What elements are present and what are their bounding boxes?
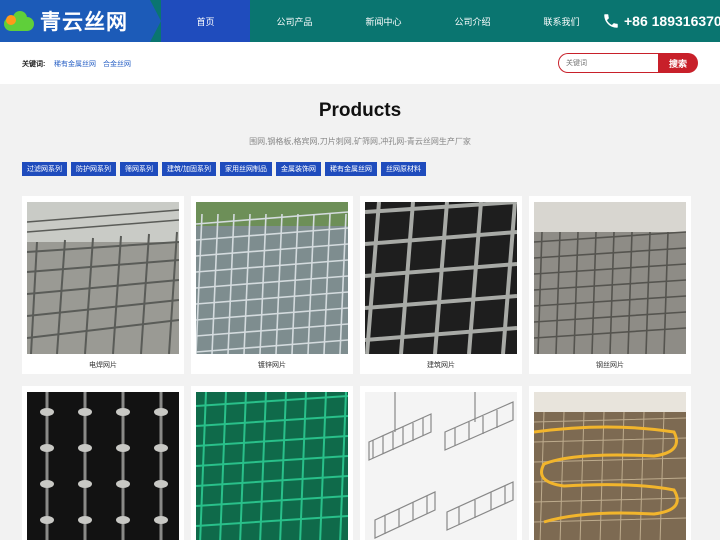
product-card[interactable]: 电焊网片 [22,196,184,374]
floor-heating-mesh-image[interactable] [534,392,686,540]
site-header: 青云丝网 首页 公司产品 新闻中心 公司介绍 联系我们 +86 18931637… [0,0,720,42]
keyword-link-alloy[interactable]: 合金丝网 [103,59,131,69]
keyword-link-rare-metal[interactable]: 稀有金属丝网 [54,59,96,69]
phone-number: +86 18931637090 [624,13,720,29]
page-title: Products [318,100,402,121]
keywords-label: 关键词: [22,61,46,68]
steel-mesh-image[interactable] [534,202,686,354]
search-box: 搜索 [558,53,698,73]
construction-mesh-image[interactable] [365,202,517,354]
category-tags: 过滤网系列 防护网系列 筛网系列 建筑/加固系列 家用丝网制品 金属装饰网 稀有… [22,162,426,176]
nav-item-about[interactable]: 公司介绍 [428,0,517,42]
nav-item-products[interactable]: 公司产品 [250,0,339,42]
product-name[interactable]: 建筑网片 [360,360,522,370]
galvanized-mesh-image[interactable] [196,202,348,354]
category-rare-metal[interactable]: 稀有金属丝网 [324,162,377,176]
category-filter[interactable]: 过滤网系列 [22,162,67,176]
cloud-logo-icon [4,9,34,33]
nav-item-contact[interactable]: 联系我们 [517,0,606,42]
main-nav: 首页 公司产品 新闻中心 公司介绍 联系我们 [161,0,606,42]
keyword-bar: 关键词: 稀有金属丝网 合金丝网 搜索 [0,42,720,84]
green-pvc-mesh-image[interactable] [196,392,348,540]
category-screen[interactable]: 筛网系列 [120,162,158,176]
product-card[interactable] [360,386,522,540]
product-name[interactable]: 镀锌网片 [191,360,353,370]
category-decorative[interactable]: 金属装饰网 [275,162,321,176]
nav-item-news[interactable]: 新闻中心 [339,0,428,42]
product-card[interactable] [529,386,691,540]
category-construction[interactable]: 建筑/加固系列 [162,162,216,176]
search-button[interactable]: 搜索 [658,53,698,73]
logo-text: 青云丝网 [40,11,128,34]
product-card[interactable] [22,386,184,540]
logo[interactable]: 青云丝网 [0,0,161,42]
search-input[interactable] [558,53,658,73]
welded-mesh-image[interactable] [27,202,179,354]
category-household[interactable]: 家用丝网制品 [219,162,272,176]
product-card[interactable]: 镀锌网片 [191,196,353,374]
page-subtitle: 围网,钢格板,格宾网,刀片刺网,矿筛网,冲孔网-青云丝网生产厂家 [249,137,471,146]
category-raw-material[interactable]: 丝网原材料 [380,162,426,176]
rebar-mesh-image[interactable] [27,392,179,540]
product-card[interactable]: 钢丝网片 [529,196,691,374]
cable-tray-image[interactable] [365,392,517,540]
product-card[interactable] [191,386,353,540]
product-name[interactable]: 钢丝网片 [529,360,691,370]
product-card[interactable]: 建筑网片 [360,196,522,374]
nav-item-home[interactable]: 首页 [161,0,250,42]
category-protection[interactable]: 防护网系列 [71,162,116,176]
phone-contact: +86 18931637090 [600,0,720,42]
product-name[interactable]: 电焊网片 [22,360,184,370]
phone-icon [602,10,620,32]
